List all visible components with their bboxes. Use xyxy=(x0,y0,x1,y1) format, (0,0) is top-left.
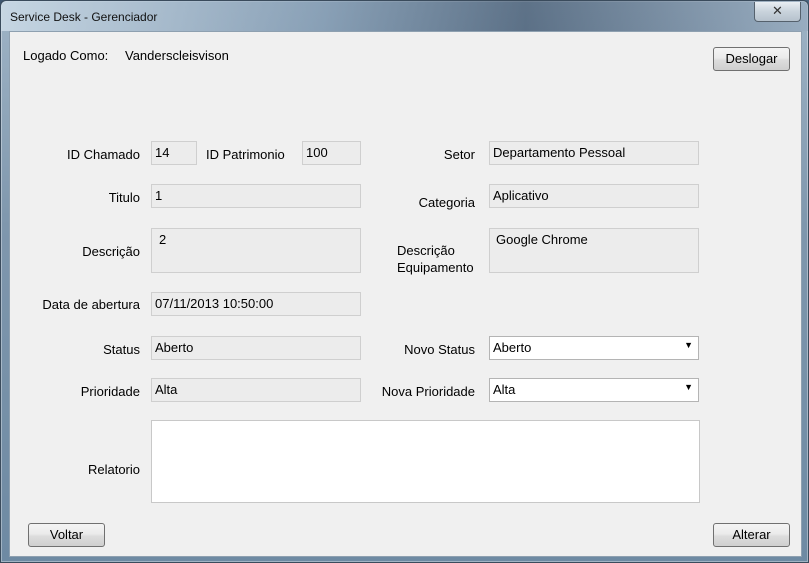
novo-status-select[interactable]: Aberto ▼ xyxy=(489,336,699,360)
titulo-label: Titulo xyxy=(108,190,140,205)
nova-prioridade-label: Nova Prioridade xyxy=(381,384,475,399)
status-label: Status xyxy=(103,342,140,357)
data-abertura-field[interactable]: 07/11/2013 10:50:00 xyxy=(151,292,361,316)
descricao-label: Descrição xyxy=(82,244,140,259)
prioridade-field[interactable]: Alta xyxy=(151,378,361,402)
form-area: Logado Como: Vanderscleisvison Deslogar … xyxy=(9,31,802,557)
prioridade-label: Prioridade xyxy=(80,384,140,399)
id-chamado-label: ID Chamado xyxy=(67,147,140,162)
window-title: Service Desk - Gerenciador xyxy=(10,10,158,24)
chevron-down-icon[interactable]: ▼ xyxy=(684,382,693,392)
close-icon: ✕ xyxy=(772,3,783,18)
descricao-field[interactable]: 2 xyxy=(151,228,361,273)
setor-field[interactable]: Departamento Pessoal xyxy=(489,141,699,165)
chevron-down-icon[interactable]: ▼ xyxy=(684,340,693,350)
back-button[interactable]: Voltar xyxy=(28,523,105,547)
setor-label: Setor xyxy=(443,147,475,162)
categoria-label: Categoria xyxy=(418,195,475,210)
descricao-equipamento-label-line2: Equipamento xyxy=(397,260,474,275)
save-button[interactable]: Alterar xyxy=(713,523,790,547)
id-chamado-field[interactable]: 14 xyxy=(151,141,197,165)
nova-prioridade-select[interactable]: Alta ▼ xyxy=(489,378,699,402)
novo-status-value: Aberto xyxy=(493,340,532,355)
relatorio-label: Relatorio xyxy=(87,462,140,477)
title-bar[interactable]: Service Desk - Gerenciador ✕ xyxy=(1,1,808,31)
data-abertura-label: Data de abertura xyxy=(42,297,140,312)
categoria-field[interactable]: Aplicativo xyxy=(489,184,699,208)
relatorio-textarea[interactable] xyxy=(151,420,700,503)
logged-as-label: Logado Como: xyxy=(23,48,109,63)
id-patrimonio-field[interactable]: 100 xyxy=(302,141,361,165)
nova-prioridade-value: Alta xyxy=(493,382,516,397)
novo-status-label: Novo Status xyxy=(404,342,475,357)
logout-button[interactable]: Deslogar xyxy=(713,47,790,71)
descricao-equipamento-label-line1: Descrição xyxy=(397,243,455,258)
main-window: Service Desk - Gerenciador ✕ Logado Como… xyxy=(0,0,809,563)
descricao-equipamento-field[interactable]: Google Chrome xyxy=(489,228,699,273)
logged-user-name: Vanderscleisvison xyxy=(125,48,229,63)
id-patrimonio-label: ID Patrimonio xyxy=(206,147,285,162)
close-button[interactable]: ✕ xyxy=(754,2,801,22)
status-field[interactable]: Aberto xyxy=(151,336,361,360)
titulo-field[interactable]: 1 xyxy=(151,184,361,208)
